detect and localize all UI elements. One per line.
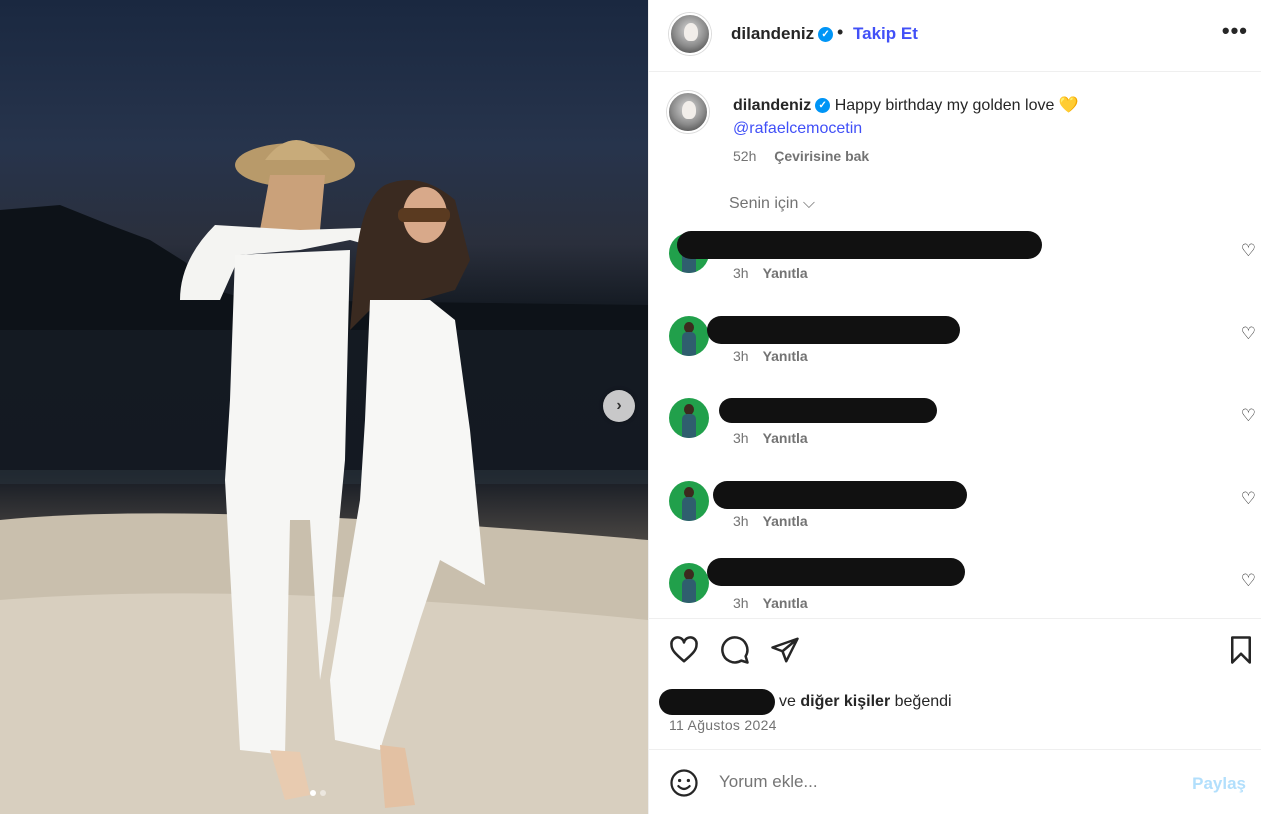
- beach-couple-photo: [0, 140, 648, 814]
- comment-composer: Paylaş: [649, 750, 1261, 814]
- comment-item: 3h Yanıtla ♡: [649, 231, 1261, 313]
- reply-button[interactable]: Yanıtla: [763, 430, 808, 446]
- carousel-next-button[interactable]: ›: [603, 390, 635, 422]
- comment-time: 3h: [733, 265, 749, 281]
- comment-meta: 3h Yanıtla: [733, 595, 808, 611]
- reply-button[interactable]: Yanıtla: [763, 595, 808, 611]
- likes-suffix: beğendi: [890, 693, 952, 711]
- comment-meta: 3h Yanıtla: [733, 265, 808, 281]
- commenter-avatar[interactable]: [669, 481, 709, 521]
- post-date[interactable]: 11 Ağustos 2024: [669, 717, 777, 733]
- comment-meta: 3h Yanıtla: [733, 348, 808, 364]
- share-comment-button[interactable]: Paylaş: [1192, 774, 1246, 794]
- comment-time: 3h: [733, 513, 749, 529]
- redacted-comment: [707, 316, 960, 344]
- reply-button[interactable]: Yanıtla: [763, 513, 808, 529]
- comment-like-heart-icon[interactable]: ♡: [1241, 489, 1256, 509]
- author-avatar[interactable]: [669, 13, 711, 55]
- carousel-dot: [320, 790, 326, 796]
- comment-item: 3h Yanıtla ♡: [649, 316, 1261, 396]
- comment-item: 3h Yanıtla ♡: [649, 481, 1261, 561]
- comment-like-heart-icon[interactable]: ♡: [1241, 571, 1256, 591]
- post-details-panel: dilandeniz ✓ • Takip Et ••• dilandeniz ✓ H…: [648, 0, 1261, 814]
- caption-meta: 52h Çevirisine bak: [733, 148, 869, 164]
- more-options-icon[interactable]: •••: [1222, 18, 1248, 44]
- post-caption: dilandeniz ✓ Happy birthday my golden lov…: [733, 94, 1183, 140]
- comment-icon[interactable]: [720, 635, 750, 665]
- comment-time: 3h: [733, 348, 749, 364]
- verified-badge-icon: ✓: [818, 27, 834, 43]
- reply-button[interactable]: Yanıtla: [763, 265, 808, 281]
- send-icon[interactable]: [770, 635, 800, 665]
- post-time[interactable]: 52h: [733, 148, 756, 164]
- comment-like-heart-icon[interactable]: ♡: [1241, 406, 1256, 426]
- author-username[interactable]: dilandeniz ✓: [731, 24, 834, 44]
- likes-connector: ve: [779, 693, 801, 711]
- commenter-avatar[interactable]: [669, 316, 709, 356]
- caption-author-avatar[interactable]: [667, 91, 709, 133]
- comment-meta: 3h Yanıtla: [733, 430, 808, 446]
- heart-icon[interactable]: [669, 635, 699, 665]
- comment-input[interactable]: [719, 772, 1179, 792]
- others-link[interactable]: diğer kişiler: [800, 693, 890, 710]
- bookmark-icon[interactable]: [1226, 635, 1256, 665]
- dot-separator: •: [837, 22, 844, 42]
- redacted-comment: [677, 231, 1042, 259]
- follow-button[interactable]: Takip Et: [853, 24, 918, 44]
- caption-username[interactable]: dilandeniz: [733, 97, 811, 114]
- carousel-indicator: [310, 790, 326, 796]
- caption-mention-link[interactable]: @rafaelcemocetin: [733, 117, 1183, 140]
- likes-summary: ve diğer kişiler beğendi: [659, 689, 952, 715]
- reply-button[interactable]: Yanıtla: [763, 348, 808, 364]
- chevron-right-icon: ›: [616, 397, 622, 414]
- see-translation-button[interactable]: Çevirisine bak: [774, 148, 869, 164]
- post-actions-bar: ve diğer kişiler beğendi 11 Ağustos 2024: [649, 618, 1261, 750]
- verified-badge-icon: ✓: [815, 98, 831, 114]
- post-header: dilandeniz ✓ • Takip Et •••: [649, 0, 1261, 72]
- comment-time: 3h: [733, 430, 749, 446]
- emoji-icon[interactable]: [669, 768, 699, 798]
- commenter-avatar[interactable]: [669, 563, 709, 603]
- redacted-comment: [713, 481, 967, 509]
- caption-text: Happy birthday my golden love 💛: [834, 97, 1079, 114]
- carousel-dot: [310, 790, 316, 796]
- comment-time: 3h: [733, 595, 749, 611]
- commenter-avatar[interactable]: [669, 398, 709, 438]
- post-image: ›: [0, 0, 648, 814]
- redacted-liker: [659, 689, 775, 715]
- redacted-comment: [707, 558, 965, 586]
- comment-item: 3h Yanıtla ♡: [649, 398, 1261, 478]
- comment-like-heart-icon[interactable]: ♡: [1241, 241, 1256, 261]
- comment-filter-dropdown[interactable]: Senin için ⌵: [729, 195, 815, 213]
- comment-like-heart-icon[interactable]: ♡: [1241, 324, 1256, 344]
- comment-meta: 3h Yanıtla: [733, 513, 808, 529]
- redacted-comment: [719, 398, 937, 423]
